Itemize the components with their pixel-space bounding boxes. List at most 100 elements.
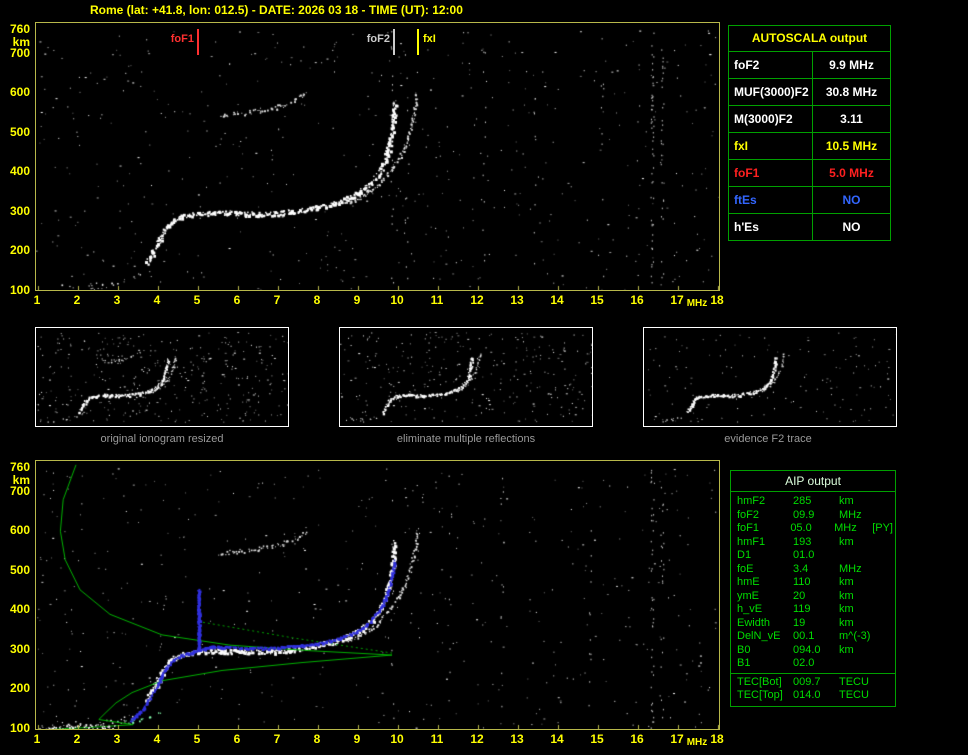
x-axis-tick: 3: [113, 732, 121, 746]
aip-label: TEC[Top]: [737, 689, 783, 701]
aip-unit: m^(-3): [839, 630, 871, 642]
fof1-marker-label: foF1: [170, 33, 194, 45]
x-axis-tick: 3: [113, 293, 121, 307]
x-axis-tick: 14: [550, 732, 564, 746]
aip-note: [PY]: [872, 522, 893, 534]
y-axis-tick: 300: [9, 641, 30, 656]
autoscala-row-value: NO: [842, 220, 861, 234]
y-axis-tick: 300: [9, 203, 30, 218]
aip-panel: AIP output hmF2 285 km foF2 09.9 MHz foF1 05.0 M…: [730, 470, 896, 707]
x-axis-tick: 7: [273, 293, 281, 307]
x-axis-tick: 8: [313, 293, 321, 307]
aip-row: foE 3.4 MHz: [737, 563, 893, 577]
aip-value: 02.0: [793, 657, 815, 669]
aip-value: 19: [793, 616, 806, 629]
aip-tec-rows: TEC[Bot] 009.7 TECU TEC[Top] 014.0 TECU: [731, 672, 895, 706]
aip-unit: MHz: [834, 522, 857, 534]
x-axis-tick: 10: [390, 732, 404, 746]
aip-row: B0 094.0 km: [737, 644, 893, 658]
fof2-marker-line: [393, 29, 395, 55]
autoscala-row: h'Es NO: [729, 214, 890, 240]
y-axis-tick: 200: [9, 243, 30, 258]
aip-row: ymE 20 km: [737, 590, 893, 604]
x-axis-tick: 5: [193, 293, 201, 307]
aip-unit: TECU: [839, 675, 869, 688]
autoscala-row: fxI 10.5 MHz: [729, 133, 890, 160]
aip-row: Ewidth 19 km: [737, 617, 893, 631]
aip-value: 193: [793, 535, 812, 548]
thumbnail-f2-canvas: [644, 328, 896, 426]
aip-row: hmE 110 km: [737, 576, 893, 590]
y-axis-tick: 200: [9, 681, 30, 696]
fof1-marker-line: [197, 29, 199, 55]
y-axis-tick: 400: [9, 164, 30, 179]
autoscala-row-value: 10.5 MHz: [825, 139, 878, 153]
autoscala-row-label: MUF(3000)F2: [729, 79, 813, 105]
aip-label: B0: [737, 643, 751, 656]
y-axis-unit: km: [12, 473, 30, 487]
thumbnail-original-ionogram: [35, 327, 289, 427]
autoscala-row-label: foF1: [729, 160, 813, 186]
fof2-marker-label: foF2: [366, 33, 390, 45]
aip-row: h_vE 119 km: [737, 603, 893, 617]
aip-label: D1: [737, 549, 752, 561]
aip-label: ymE: [737, 589, 759, 602]
aip-unit: [839, 657, 879, 671]
aip-label: hmF2: [737, 495, 766, 507]
aip-unit: km: [839, 495, 854, 507]
aip-row: D1 01.0: [737, 549, 893, 563]
aip-row: TEC[Top] 014.0 TECU: [737, 689, 893, 703]
x-axis-tick: 2: [73, 293, 81, 307]
y-axis-tick: 400: [9, 602, 30, 617]
x-axis-tick: 11: [430, 732, 444, 746]
station-header: Rome (lat: +41.8, lon: 012.5) - DATE: 20…: [90, 3, 463, 17]
aip-value: 285: [793, 495, 812, 507]
x-axis-tick: 14: [550, 293, 564, 307]
autoscala-row-label: foF2: [729, 52, 813, 78]
thumbnail-caption-original: original ionogram resized: [100, 433, 224, 445]
y-axis-tick: 100: [9, 283, 30, 297]
thumbnail-no-multiples: [339, 327, 593, 427]
aip-label: Ewidth: [737, 616, 771, 629]
profile-ionogram-plot: [35, 460, 720, 730]
thumbnail-f2-trace: [643, 327, 897, 427]
autoscala-rows: foF2 9.9 MHz MUF(3000)F2 30.8 MHz M(3000)F2 3…: [729, 52, 890, 240]
aip-row: hmF1 193 km: [737, 536, 893, 550]
aip-unit: [839, 549, 879, 563]
autoscala-row: ftEs NO: [729, 187, 890, 214]
autoscala-row-value: 5.0 MHz: [829, 166, 874, 180]
x-axis-tick: 18: [710, 732, 724, 746]
thumbnail-no-multiples-canvas: [340, 328, 592, 426]
x-axis-tick: 6: [233, 293, 241, 307]
thumbnail-caption-no-multiples: eliminate multiple reflections: [396, 433, 536, 445]
autoscala-row: MUF(3000)F2 30.8 MHz: [729, 79, 890, 106]
autoscala-row: foF1 5.0 MHz: [729, 160, 890, 187]
aip-label: foF2: [737, 508, 760, 521]
aip-title: AIP output: [731, 471, 895, 492]
aip-label: foF1: [737, 522, 760, 534]
aip-row: hmF2 285 km: [737, 495, 893, 509]
aip-label: TEC[Bot]: [737, 675, 782, 688]
aip-rows: hmF2 285 km foF2 09.9 MHz foF1 05.0 MHz [PY] hmF1 1…: [731, 492, 895, 673]
aip-label: hmF1: [737, 535, 766, 548]
x-axis-tick: 15: [590, 293, 604, 307]
autoscala-row-value: 3.11: [840, 112, 863, 126]
aip-label: DelN_vE: [737, 630, 781, 642]
aip-label: h_vE: [737, 603, 763, 615]
aip-unit: TECU: [839, 689, 869, 701]
x-axis-tick: 12: [470, 732, 484, 746]
y-axis-tick: 100: [9, 721, 30, 735]
autoscala-row-label: fxI: [729, 133, 813, 159]
autoscala-row: M(3000)F2 3.11: [729, 106, 890, 133]
x-axis-tick: 4: [153, 293, 161, 307]
aip-label: B1: [737, 657, 751, 669]
aip-label: hmE: [737, 576, 760, 588]
aip-unit: km: [839, 576, 854, 588]
x-axis-tick: 5: [193, 732, 201, 746]
aip-label: foE: [737, 562, 754, 575]
x-axis-tick: 16: [630, 293, 644, 307]
y-axis-tick: 600: [9, 85, 30, 100]
aip-value: 09.9: [793, 508, 815, 521]
autoscala-row-value: NO: [842, 193, 861, 207]
x-axis-unit: MHz: [686, 737, 708, 748]
